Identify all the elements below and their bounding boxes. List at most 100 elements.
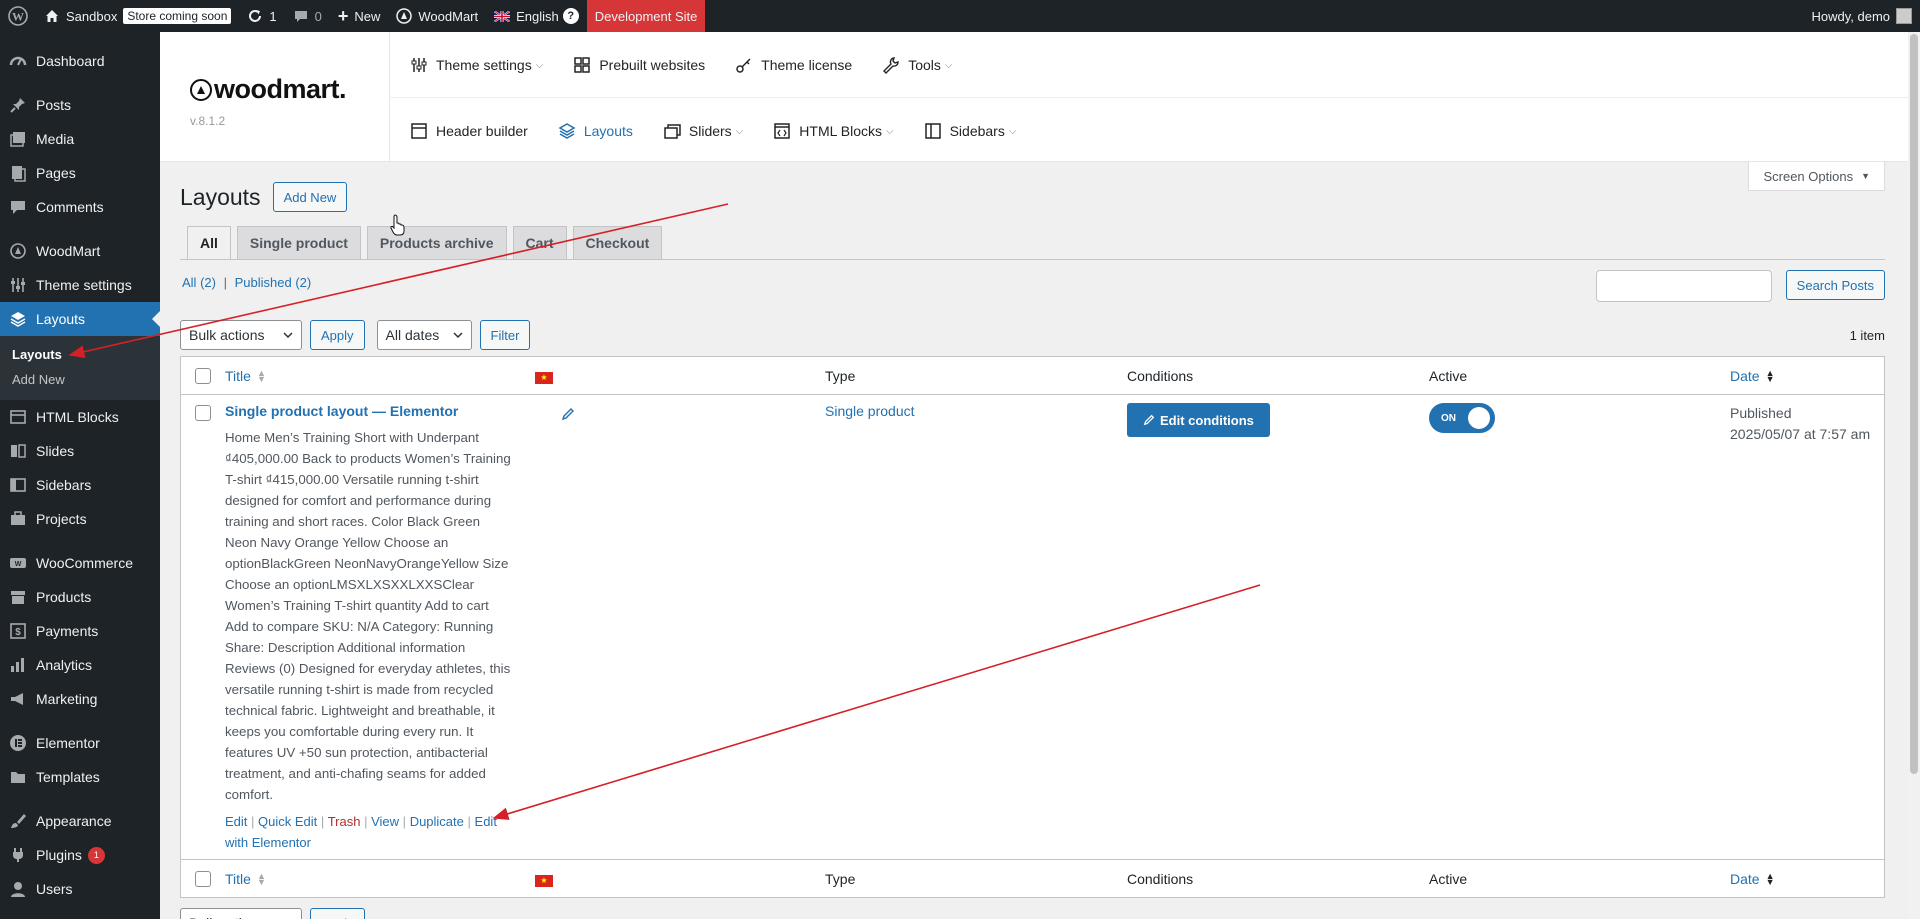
- view-link[interactable]: View: [371, 814, 399, 829]
- apply-button-bottom[interactable]: Apply: [310, 908, 365, 919]
- woodmart-logo[interactable]: woodmart.: [190, 74, 347, 105]
- screen-options-button[interactable]: Screen Options ▼: [1748, 162, 1885, 191]
- my-account-link[interactable]: Howdy, demo: [1803, 0, 1920, 32]
- sidebar-item-dashboard[interactable]: Dashboard: [0, 44, 160, 78]
- sidebar-item-woocommerce[interactable]: W WooCommerce: [0, 546, 160, 580]
- tablenav-bottom: Bulk actions Apply: [180, 908, 365, 919]
- site-name-link[interactable]: Sandbox Store coming soon: [36, 0, 239, 32]
- filter-button[interactable]: Filter: [479, 320, 531, 350]
- row-title-link[interactable]: Single product layout: [225, 403, 368, 419]
- sidebar-item-label: Layouts: [36, 311, 86, 327]
- sort-title-link[interactable]: Title ▲ ▼: [225, 368, 266, 384]
- row-date-status: Published: [1730, 405, 1792, 421]
- archive-icon: [8, 587, 28, 607]
- tab-all[interactable]: All: [187, 226, 231, 260]
- sidebar-item-slides[interactable]: Slides: [0, 434, 160, 468]
- trash-link[interactable]: Trash: [328, 814, 361, 829]
- sidebar-item-comments[interactable]: Comments: [0, 190, 160, 224]
- status-filter-links: All (2) | Published (2): [182, 275, 311, 290]
- duplicate-link[interactable]: Duplicate: [410, 814, 464, 829]
- quick-edit-link[interactable]: Quick Edit: [258, 814, 317, 829]
- sort-date-link-footer[interactable]: Date ▲ ▼: [1730, 871, 1775, 887]
- action-separator: |: [467, 814, 471, 829]
- edit-conditions-button[interactable]: Edit conditions: [1127, 403, 1270, 437]
- sidebar-item-sidebars[interactable]: Sidebars: [0, 468, 160, 502]
- sidebar-item-theme-settings[interactable]: Theme settings: [0, 268, 160, 302]
- site-name: Sandbox: [66, 8, 118, 24]
- submenu-item-layouts[interactable]: Layouts: [0, 342, 160, 367]
- apply-button[interactable]: Apply: [310, 320, 365, 350]
- edit-conditions-label: Edit conditions: [1160, 412, 1254, 428]
- row-checkbox[interactable]: [195, 405, 211, 421]
- sidebar-item-media[interactable]: Media: [0, 122, 160, 156]
- sort-icon: ▲ ▼: [256, 367, 266, 384]
- language-switcher[interactable]: English ?: [486, 0, 587, 32]
- table-row: Single product layout — Elementor Home M…: [181, 395, 1884, 859]
- submenu-item-add-new[interactable]: Add New: [0, 367, 160, 392]
- help-icon[interactable]: ?: [562, 8, 579, 24]
- sidebar-item-label: HTML Blocks: [36, 409, 119, 425]
- nav-sidebars[interactable]: Sidebars ⌵: [924, 122, 1016, 140]
- search-input[interactable]: [1595, 270, 1772, 302]
- sort-title-link-footer[interactable]: Title ▲ ▼: [225, 871, 266, 887]
- tab-cart[interactable]: Cart: [512, 226, 567, 260]
- nav-header-builder[interactable]: Header builder: [410, 122, 528, 140]
- nav-theme-license[interactable]: Theme license: [735, 56, 852, 74]
- pencil-icon[interactable]: [561, 407, 575, 421]
- nav-prebuilt-websites[interactable]: Prebuilt websites: [573, 56, 705, 74]
- sidebar-item-layouts[interactable]: Layouts: [0, 302, 160, 336]
- sidebar-item-elementor[interactable]: Elementor: [0, 726, 160, 760]
- comments-link[interactable]: 0: [285, 0, 330, 32]
- sidebar-item-plugins[interactable]: Plugins 1: [0, 838, 160, 872]
- sidebar-item-posts[interactable]: Posts: [0, 88, 160, 122]
- bulk-actions-select-bottom[interactable]: Bulk actions: [180, 908, 302, 919]
- woodmart-dashboard-header: woodmart. v.8.1.2 Theme settings ⌵ Prebu…: [160, 32, 1920, 162]
- chevron-down-icon: [283, 327, 293, 343]
- nav-theme-settings[interactable]: Theme settings ⌵: [410, 56, 543, 74]
- updates-link[interactable]: 1: [239, 0, 284, 32]
- nav-html-blocks[interactable]: HTML Blocks ⌵: [773, 122, 894, 140]
- bulk-actions-select[interactable]: Bulk actions: [180, 320, 302, 350]
- sidebar-item-users[interactable]: Users: [0, 872, 160, 906]
- nav-layouts[interactable]: Layouts: [558, 122, 633, 140]
- sidebar-item-templates[interactable]: Templates: [0, 760, 160, 794]
- sidebar-item-label: Appearance: [36, 813, 112, 829]
- active-toggle[interactable]: ON: [1429, 403, 1495, 433]
- woodmart-link[interactable]: WoodMart: [388, 0, 486, 32]
- sidebar-item-woodmart[interactable]: WoodMart: [0, 234, 160, 268]
- sidebar-item-pages[interactable]: Pages: [0, 156, 160, 190]
- sidebar-item-products[interactable]: Products: [0, 580, 160, 614]
- bulk-actions-value: Bulk actions: [189, 915, 264, 919]
- date-filter-select[interactable]: All dates: [376, 320, 472, 350]
- sidebar-item-html-blocks[interactable]: HTML Blocks: [0, 400, 160, 434]
- filter-all-link[interactable]: All (2): [182, 275, 216, 290]
- layers-icon: [558, 122, 576, 140]
- sidebar-item-analytics[interactable]: Analytics: [0, 648, 160, 682]
- development-site-badge[interactable]: Development Site: [586, 0, 706, 32]
- sidebar-item-projects[interactable]: Projects: [0, 502, 160, 536]
- sidebar-item-appearance[interactable]: Appearance: [0, 804, 160, 838]
- sidebar-item-payments[interactable]: $ Payments: [0, 614, 160, 648]
- wordpress-logo-icon[interactable]: W: [0, 0, 36, 32]
- nav-label: Prebuilt websites: [599, 57, 706, 73]
- nav-tools[interactable]: Tools ⌵: [882, 56, 952, 74]
- row-title-cell: Single product layout — Elementor Home M…: [225, 403, 535, 853]
- select-all-checkbox[interactable]: [195, 367, 211, 384]
- edit-link[interactable]: Edit: [225, 814, 247, 829]
- new-content-link[interactable]: + New: [330, 0, 389, 32]
- sidebar-item-marketing[interactable]: Marketing: [0, 682, 160, 716]
- row-type-link[interactable]: Single product: [825, 403, 915, 419]
- page-title-row: Layouts Add New: [180, 182, 348, 212]
- tab-single-product[interactable]: Single product: [236, 226, 361, 260]
- page-scrollbar[interactable]: [1908, 32, 1920, 919]
- filter-published-link[interactable]: Published (2): [235, 275, 312, 290]
- tab-products-archive[interactable]: Products archive: [366, 226, 507, 260]
- nav-sliders[interactable]: Sliders ⌵: [663, 122, 743, 140]
- search-posts-button[interactable]: Search Posts: [1785, 270, 1885, 300]
- sort-date-link[interactable]: Date ▲ ▼: [1730, 368, 1775, 384]
- scrollbar-thumb[interactable]: [1910, 34, 1918, 774]
- tab-checkout[interactable]: Checkout: [572, 226, 663, 260]
- nav-label: HTML Blocks: [799, 123, 882, 139]
- add-new-button[interactable]: Add New: [272, 182, 348, 212]
- select-all-checkbox-footer[interactable]: [195, 870, 211, 887]
